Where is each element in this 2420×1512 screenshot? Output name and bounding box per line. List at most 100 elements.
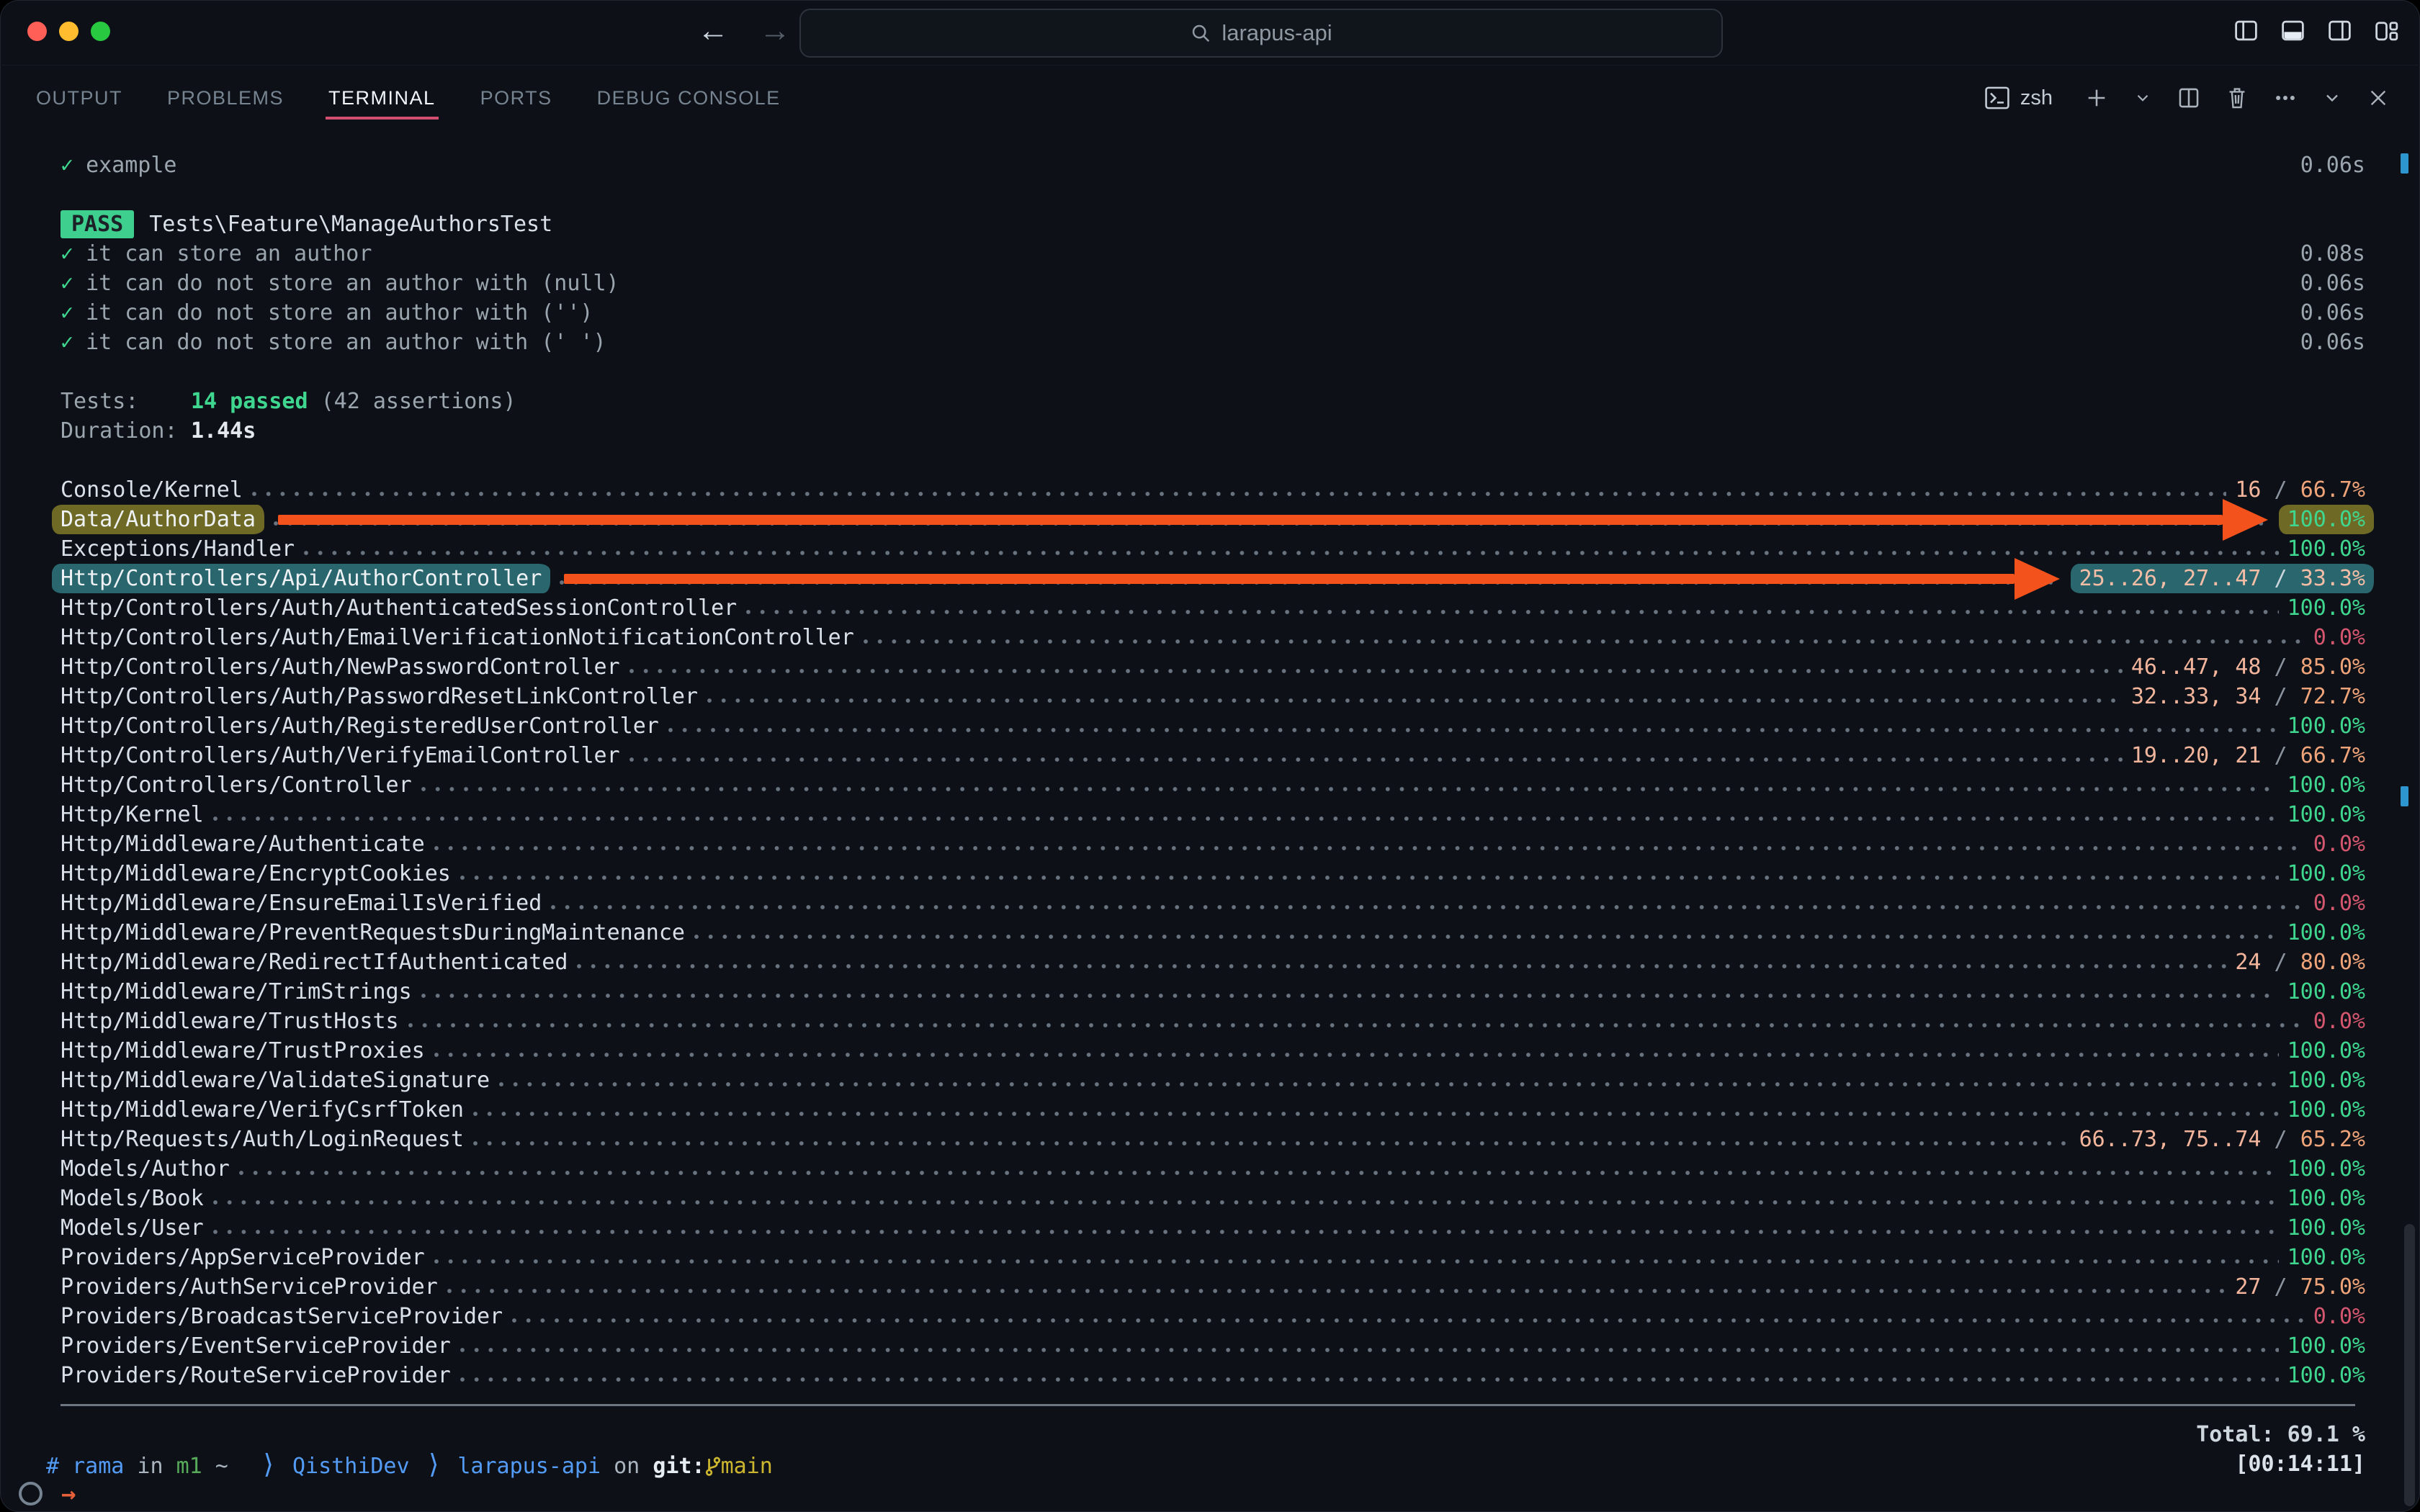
- terminal-shell-selector[interactable]: zsh: [1984, 86, 2053, 110]
- coverage-row: Http/Kernel 100.0%: [60, 800, 2365, 829]
- dot-leader: [251, 475, 2227, 505]
- coverage-file-name: Http/Middleware/TrustProxies: [60, 1038, 425, 1063]
- scrollbar-thumb[interactable]: [2404, 1224, 2415, 1506]
- coverage-value: 100.0%: [2287, 1097, 2365, 1122]
- customize-layout-icon[interactable]: [2373, 17, 2400, 44]
- coverage-file-name: Http/Middleware/EncryptCookies: [60, 861, 451, 886]
- coverage-value: 0.0%: [2313, 891, 2365, 916]
- scrollbar-marker: [2401, 153, 2408, 174]
- coverage-value: 0.0%: [2313, 832, 2365, 857]
- new-terminal-icon[interactable]: [2084, 86, 2109, 110]
- prompt-segment: QisthiDev: [292, 1454, 410, 1479]
- coverage-value: 100.0%: [2287, 802, 2365, 827]
- suite-header-row: PASS Tests\Feature\ManageAuthorsTest: [60, 210, 2365, 239]
- tab-problems[interactable]: PROBLEMS: [166, 66, 285, 131]
- coverage-row: Providers/AppServiceProvider 100.0%: [60, 1243, 2365, 1272]
- coverage-row: Models/User 100.0%: [60, 1213, 2365, 1243]
- annotation-arrow: [277, 498, 2268, 541]
- search-text: larapus-api: [1222, 20, 1332, 45]
- shell-label: zsh: [2020, 86, 2053, 109]
- prompt-segment: m1: [176, 1454, 202, 1479]
- toggle-secondary-sidebar-icon[interactable]: [2326, 17, 2353, 44]
- dot-leader: [707, 682, 2123, 711]
- coverage-value: 100.0%: [2287, 1068, 2365, 1093]
- prompt-segment: main: [720, 1454, 773, 1479]
- dot-leader: [560, 557, 2062, 600]
- coverage-value: 24 / 80.0%: [2235, 950, 2365, 975]
- coverage-row: Http/Middleware/PreventRequestsDuringMai…: [60, 918, 2365, 948]
- coverage-row: Http/Requests/Auth/LoginRequest 66..73, 7…: [60, 1125, 2365, 1154]
- dot-leader: [629, 652, 2123, 682]
- pass-badge: PASS: [60, 210, 135, 238]
- coverage-value: 0.0%: [2313, 625, 2365, 650]
- test-case-row: ✓ it can do not store an author with (nul…: [60, 271, 2365, 296]
- prompt-segment: # rama: [46, 1454, 125, 1479]
- coverage-row: Providers/BroadcastServiceProvider 0.0%: [60, 1302, 2365, 1331]
- check-icon: ✓: [60, 241, 74, 266]
- test-case-row: ✓ it can store an author 0.08s: [60, 241, 2365, 266]
- coverage-value: 100.0%: [2287, 1186, 2365, 1211]
- coverage-list: Console/Kernel 16 / 66.7% Data/AuthorData 1…: [52, 475, 2374, 1390]
- coverage-value: 100.0%: [2287, 1156, 2365, 1182]
- coverage-value: 19..20, 21 / 66.7%: [2130, 743, 2365, 768]
- close-window-button[interactable]: [27, 22, 47, 41]
- coverage-value: 100.0%: [2278, 505, 2374, 534]
- panel-size-chevron-icon[interactable]: [2322, 88, 2342, 108]
- terminal-profile-chevron-icon[interactable]: [2133, 89, 2152, 107]
- dot-leader: [512, 1302, 2305, 1331]
- coverage-file-name: Http/Controllers/Controller: [60, 773, 412, 798]
- command-decoration-circle[interactable]: [19, 1482, 42, 1506]
- coverage-row: Models/Author 100.0%: [60, 1154, 2365, 1184]
- coverage-value: 100.0%: [2287, 920, 2365, 945]
- passed-count: 14 passed: [191, 389, 308, 414]
- split-terminal-icon[interactable]: [2177, 86, 2201, 110]
- separator-line: [60, 1404, 2355, 1406]
- coverage-file-name: Http/Middleware/PreventRequestsDuringMai…: [60, 920, 685, 945]
- coverage-file-name: Models/Book: [60, 1186, 204, 1211]
- shell-prompt: # rama in m1 ~ ⟩ QisthiDev ⟩ larapus-api…: [46, 1449, 773, 1480]
- dot-leader: [863, 623, 2305, 652]
- vscode-window: ← → larapus-api OUTPUT PROBLEMS TERMINAL…: [0, 0, 2420, 1512]
- dot-leader: [472, 1125, 2071, 1154]
- git-branch-icon: [705, 1454, 721, 1479]
- kill-terminal-trash-icon[interactable]: [2226, 86, 2249, 110]
- dot-leader: [460, 859, 2279, 888]
- dot-leader: [668, 711, 2279, 741]
- coverage-row: Http/Middleware/Authenticate 0.0%: [60, 829, 2365, 859]
- tab-output[interactable]: OUTPUT: [35, 66, 124, 131]
- prompt-segment: in: [124, 1454, 176, 1479]
- coverage-file-name: Http/Middleware/VerifyCsrfToken: [60, 1097, 464, 1122]
- dot-leader: [212, 1184, 2279, 1213]
- test-case-row: ✓ it can do not store an author with ('')…: [60, 300, 2365, 325]
- zoom-window-button[interactable]: [91, 22, 110, 41]
- coverage-row: Http/Middleware/EnsureEmailIsVerified 0.0…: [60, 888, 2365, 918]
- history-forward-button[interactable]: →: [759, 13, 791, 49]
- tab-ports[interactable]: PORTS: [479, 66, 554, 131]
- history-back-button[interactable]: ←: [697, 13, 729, 49]
- coverage-file-name: Providers/AppServiceProvider: [60, 1245, 425, 1270]
- terminal-icon: [1985, 86, 2009, 109]
- command-center-search[interactable]: larapus-api: [799, 9, 1723, 58]
- coverage-file-name: Http/Controllers/Auth/AuthenticatedSessi…: [60, 595, 738, 621]
- more-actions-icon[interactable]: [2273, 86, 2298, 110]
- coverage-value: 100.0%: [2287, 1245, 2365, 1270]
- panel-tabs: OUTPUT PROBLEMS TERMINAL PORTS DEBUG CONSOLE: [35, 66, 782, 131]
- tab-debug-console[interactable]: DEBUG CONSOLE: [596, 66, 782, 131]
- titlebar: ← → larapus-api: [0, 0, 2420, 66]
- test-time: 0.06s: [2300, 153, 2365, 178]
- dot-leader: [460, 1361, 2279, 1390]
- coverage-value: 66..73, 75..74 / 65.2%: [2079, 1127, 2365, 1152]
- prompt-row: # rama in m1 ~ ⟩ QisthiDev ⟩ larapus-api…: [46, 1449, 2365, 1480]
- toggle-primary-sidebar-icon[interactable]: [2233, 17, 2259, 44]
- coverage-total: Total: 69.1 %: [2196, 1422, 2365, 1447]
- prompt-arrow-icon: →: [61, 1479, 76, 1508]
- toggle-panel-icon[interactable]: [2280, 17, 2306, 44]
- close-panel-icon[interactable]: [2367, 86, 2390, 109]
- coverage-file-name: Http/Middleware/Authenticate: [60, 832, 425, 857]
- coverage-value: 0.0%: [2313, 1304, 2365, 1329]
- tab-terminal[interactable]: TERMINAL: [326, 66, 439, 131]
- coverage-value: 100.0%: [2287, 1333, 2365, 1359]
- dot-leader: [238, 1154, 2279, 1184]
- minimize-window-button[interactable]: [59, 22, 79, 41]
- coverage-value: 27 / 75.0%: [2235, 1274, 2365, 1300]
